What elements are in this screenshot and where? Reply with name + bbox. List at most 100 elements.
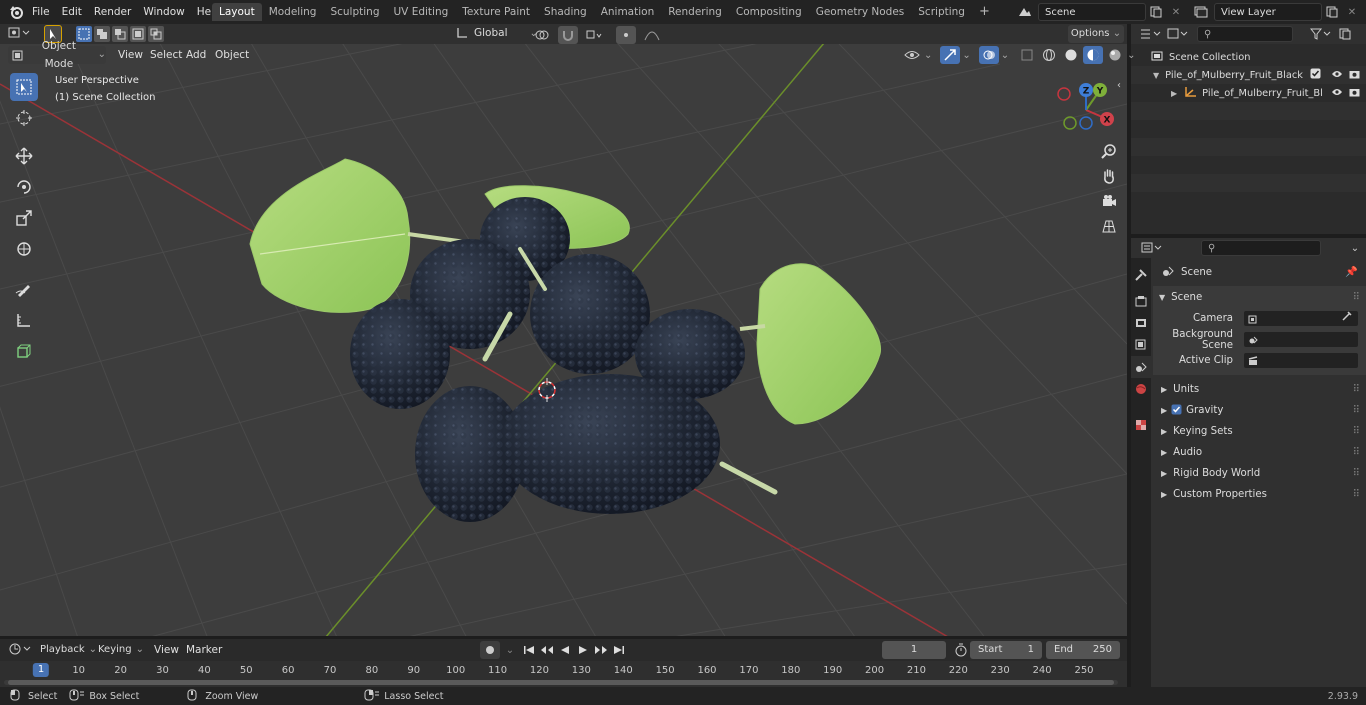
timeline-scrollbar-thumb[interactable]: [8, 680, 1114, 685]
frame-ruler[interactable]: 1 10 20 30 40 50 60 70 80 90 100 110 120 130 140 150 160…: [0, 661, 1127, 681]
tab-texture-paint[interactable]: Texture Paint: [455, 3, 537, 21]
jump-end-icon[interactable]: [610, 641, 628, 659]
outliner-editor-type-icon[interactable]: [1139, 25, 1163, 43]
properties-search-input[interactable]: ⚲: [1201, 240, 1321, 256]
outliner-row-object[interactable]: ▶ Pile_of_Mulberry_Fruit_Bl: [1131, 84, 1366, 102]
xray-toggle-icon[interactable]: [1017, 46, 1037, 64]
drag-handle-icon[interactable]: ⠿: [1353, 426, 1360, 437]
cursor-tool-icon[interactable]: [10, 104, 38, 132]
pan-hand-icon[interactable]: [1098, 165, 1120, 187]
new-view-layer-icon[interactable]: [1322, 3, 1342, 21]
sidebar-toggle-icon[interactable]: ‹: [1117, 80, 1121, 91]
close-view-layer-icon[interactable]: ✕: [1342, 3, 1362, 21]
shading-material-icon[interactable]: [1083, 46, 1104, 64]
camera-render-icon[interactable]: [1349, 69, 1360, 82]
menu-object[interactable]: Object: [209, 46, 255, 64]
view-layer-icon[interactable]: [1188, 3, 1214, 21]
measure-tool-icon[interactable]: [10, 306, 38, 334]
editor-type-button[interactable]: [8, 26, 30, 40]
keying-sets-panel-header[interactable]: ▶ Keying Sets ⠿: [1153, 421, 1366, 442]
select-invert-icon[interactable]: [130, 26, 146, 42]
expand-arrow-icon[interactable]: ▼: [1153, 71, 1159, 80]
playback-menu[interactable]: Playback ⌄: [40, 641, 97, 659]
start-frame-field[interactable]: Start 1: [970, 641, 1042, 659]
shading-wireframe-icon[interactable]: [1039, 46, 1059, 64]
tab-texture-icon[interactable]: [1131, 414, 1151, 436]
tab-output-icon[interactable]: [1131, 312, 1151, 334]
rotate-tool-icon[interactable]: [10, 173, 38, 201]
scale-tool-icon[interactable]: [10, 204, 38, 232]
close-scene-icon[interactable]: ✕: [1166, 3, 1186, 21]
gizmo-neg-z-icon[interactable]: [1079, 116, 1093, 130]
options-button[interactable]: Options ⌄: [1068, 25, 1124, 43]
eye-icon[interactable]: [1331, 87, 1343, 100]
outliner-search-input[interactable]: ⚲: [1197, 26, 1293, 42]
add-cube-tool-icon[interactable]: [10, 337, 38, 365]
tab-shading[interactable]: Shading: [537, 3, 594, 21]
drag-handle-icon[interactable]: ⠿: [1353, 447, 1360, 458]
snap-target-icon[interactable]: [584, 26, 604, 44]
drag-handle-icon[interactable]: ⠿: [1353, 384, 1360, 395]
custom-properties-panel-header[interactable]: ▶ Custom Properties ⠿: [1153, 484, 1366, 505]
outliner-row-collection[interactable]: ▼ Pile_of_Mulberry_Fruit_Black: [1131, 66, 1366, 84]
tab-world-icon[interactable]: [1131, 378, 1151, 400]
rigid-body-world-panel-header[interactable]: ▶ Rigid Body World ⠿: [1153, 463, 1366, 484]
navigation-gizmo[interactable]: X Y Z: [1056, 80, 1118, 136]
scene-name-field[interactable]: Scene: [1038, 3, 1146, 21]
expand-arrow-icon[interactable]: ▶: [1171, 89, 1177, 98]
tab-geometry-nodes[interactable]: Geometry Nodes: [809, 3, 912, 21]
camera-view-icon[interactable]: [1098, 190, 1120, 212]
properties-editor-type-icon[interactable]: [1139, 239, 1165, 257]
drag-handle-icon[interactable]: ⠿: [1353, 292, 1360, 303]
current-frame-field[interactable]: 1: [882, 641, 946, 659]
keying-menu[interactable]: Keying ⌄: [98, 641, 146, 659]
shading-solid-icon[interactable]: [1061, 46, 1081, 64]
transform-tool-icon[interactable]: [10, 235, 38, 263]
scene-panel-header[interactable]: ▼ Scene ⠿: [1153, 286, 1366, 308]
end-frame-field[interactable]: End 250: [1046, 641, 1120, 659]
new-collection-icon[interactable]: [1335, 25, 1355, 43]
gizmo-neg-y-icon[interactable]: [1063, 116, 1077, 130]
gravity-checkbox[interactable]: [1171, 404, 1182, 418]
falloff-curve-icon[interactable]: [642, 26, 662, 44]
gravity-panel-header[interactable]: ▶ Gravity ⠿: [1153, 400, 1366, 421]
drag-handle-icon[interactable]: ⠿: [1353, 489, 1360, 500]
menu-window[interactable]: Window: [137, 0, 190, 24]
select-box-tool-icon[interactable]: [10, 73, 38, 101]
jump-keyframe-back-icon[interactable]: [538, 641, 556, 659]
background-scene-field[interactable]: [1243, 331, 1359, 348]
tab-rendering[interactable]: Rendering: [661, 3, 729, 21]
new-scene-icon[interactable]: [1146, 3, 1166, 21]
overlays-toggle-icon[interactable]: [978, 46, 999, 64]
tab-uv-editing[interactable]: UV Editing: [387, 3, 456, 21]
outliner-row-scene-collection[interactable]: Scene Collection: [1131, 48, 1366, 66]
record-icon[interactable]: [480, 641, 500, 659]
chevron-down-icon[interactable]: ⌄: [500, 641, 520, 659]
jump-start-icon[interactable]: [520, 641, 538, 659]
mode-selector[interactable]: Object Mode ⌄: [8, 40, 106, 70]
stopwatch-icon[interactable]: [954, 643, 968, 660]
select-subtract-icon[interactable]: [112, 26, 128, 42]
select-intersect-icon[interactable]: [148, 26, 164, 42]
tab-render-icon[interactable]: [1131, 290, 1151, 312]
annotate-tool-icon[interactable]: [10, 275, 38, 303]
menu-file[interactable]: File: [26, 0, 56, 24]
tab-compositing[interactable]: Compositing: [729, 3, 809, 21]
current-frame-marker[interactable]: 1: [32, 663, 50, 677]
units-panel-header[interactable]: ▶ Units ⠿: [1153, 379, 1366, 400]
tab-scripting[interactable]: Scripting: [911, 3, 972, 21]
gizmo-neg-x-icon[interactable]: [1057, 87, 1071, 101]
display-mode-icon[interactable]: [1165, 25, 1191, 43]
menu-render[interactable]: Render: [88, 0, 137, 24]
zoom-icon[interactable]: [1098, 140, 1120, 162]
visibility-icon[interactable]: [902, 46, 922, 64]
proportional-edit-icon[interactable]: [616, 26, 636, 44]
play-icon[interactable]: [574, 641, 592, 659]
eyedropper-icon[interactable]: [1342, 310, 1352, 327]
tab-animation[interactable]: Animation: [594, 3, 662, 21]
eye-icon[interactable]: [1331, 69, 1343, 82]
timeline-scrollbar[interactable]: [4, 680, 1118, 685]
add-workspace-button[interactable]: +: [972, 3, 997, 21]
orthographic-toggle-icon[interactable]: [1098, 215, 1120, 237]
transform-orientation[interactable]: Global ⌄: [455, 26, 538, 40]
